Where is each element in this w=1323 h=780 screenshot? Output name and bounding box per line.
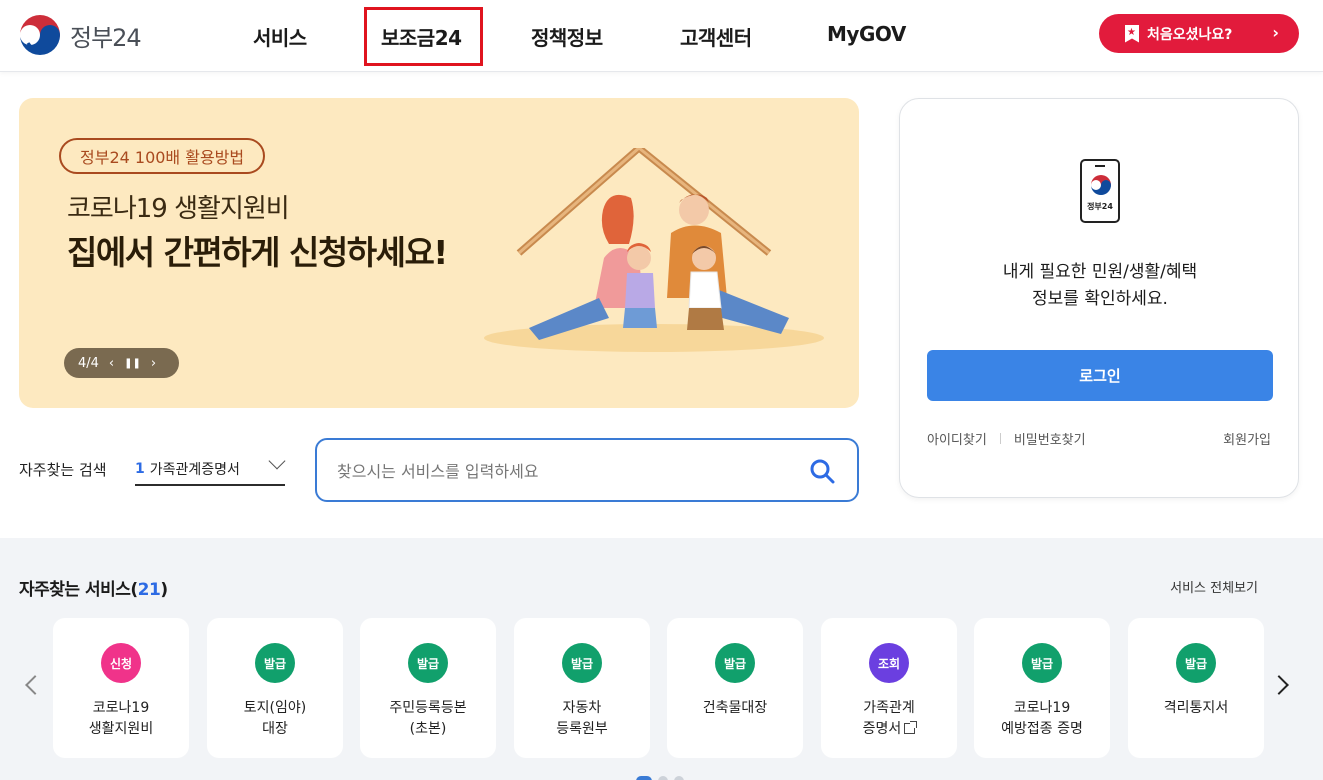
search-icon[interactable] [809, 458, 835, 484]
site-header: 정부24 서비스 보조금24 정책정보 고객센터 MyGOV ★ 처음오셨나요?… [0, 0, 1323, 72]
service-card[interactable]: 발급주민등록등본 (초본) [360, 618, 496, 758]
banner-subtitle: 코로나19 생활지원비 [67, 194, 290, 224]
service-name: 가족관계 증명서 [862, 700, 918, 737]
frequent-search-label: 자주찾는 검색 [19, 461, 107, 479]
service-card[interactable]: 발급격리통지서 [1128, 618, 1264, 758]
frequent-search-dropdown[interactable]: 1 가족관계증명서 [135, 452, 286, 486]
nav-mygov[interactable]: MyGOV [827, 22, 906, 46]
next-slide-icon[interactable]: › [151, 356, 156, 371]
service-name: 격리통지서 [1163, 700, 1229, 716]
banner-slide-controls: 4/4 ‹ ❚❚ › [64, 348, 179, 378]
first-visit-button[interactable]: ★ 처음오셨나요? › [1099, 14, 1299, 53]
frequent-search-rank: 1 [135, 460, 145, 477]
chevron-down-icon [268, 452, 286, 470]
external-link-icon [904, 721, 918, 734]
indicator-dot-active[interactable] [636, 776, 652, 780]
service-name: 토지(임야) 대장 [243, 700, 307, 737]
carousel-indicators [636, 776, 684, 780]
pause-icon[interactable]: ❚❚ [124, 358, 141, 369]
login-message: 내게 필요한 민원/생활/혜택 정보를 확인하세요. [900, 259, 1300, 313]
service-name: 코로나19 생활지원비 [88, 700, 154, 737]
service-card[interactable]: 조회가족관계 증명서 [821, 618, 957, 758]
service-card[interactable]: 신청코로나19 생활지원비 [53, 618, 189, 758]
service-card[interactable]: 발급자동차 등록원부 [514, 618, 650, 758]
phone-logo-text: 정부24 [1087, 202, 1113, 211]
login-button[interactable]: 로그인 [927, 350, 1273, 401]
service-name: 자동차 등록원부 [556, 700, 608, 737]
search-box [315, 438, 859, 502]
login-message-line1: 내게 필요한 민원/생활/혜택 [1002, 262, 1198, 282]
service-type-badge: 조회 [869, 643, 909, 683]
service-card[interactable]: 발급건축물대장 [667, 618, 803, 758]
search-input[interactable] [337, 458, 777, 484]
promo-banner[interactable]: 정부24 100배 활용방법 코로나19 생활지원비 집에서 간편하게 신청하세… [19, 98, 859, 408]
service-type-badge: 발급 [408, 643, 448, 683]
view-all-services-link[interactable]: 서비스 전체보기 [1170, 577, 1258, 596]
slide-counter: 4/4 [78, 355, 99, 371]
family-house-illustration [484, 148, 824, 352]
login-card: 정부24 내게 필요한 민원/생활/혜택 정보를 확인하세요. 로그인 아이디찾… [899, 98, 1299, 498]
first-visit-label: 처음오셨나요? [1147, 26, 1233, 43]
logo-text: 정부24 [70, 23, 142, 52]
find-id-link[interactable]: 아이디찾기 [927, 429, 987, 448]
find-password-link[interactable]: 비밀번호찾기 [1014, 429, 1086, 448]
prev-slide-icon[interactable]: ‹ [109, 356, 114, 371]
nav-policy-info[interactable]: 정책정보 [531, 22, 603, 51]
carousel-next-icon[interactable] [1269, 675, 1289, 695]
frequent-services-title: 자주찾는 서비스(21) [19, 580, 168, 600]
service-card[interactable]: 발급코로나19 예방접종 증명 [974, 618, 1110, 758]
service-card[interactable]: 발급토지(임야) 대장 [207, 618, 343, 758]
login-links: 아이디찾기 비밀번호찾기 [927, 429, 1086, 448]
service-type-badge: 발급 [562, 643, 602, 683]
frequent-services-count: 21 [137, 580, 161, 600]
mobile-phone-icon: 정부24 [1080, 159, 1120, 223]
service-type-badge: 발급 [1176, 643, 1216, 683]
service-type-badge: 발급 [255, 643, 295, 683]
bookmark-icon: ★ [1125, 24, 1139, 43]
service-type-badge: 발급 [715, 643, 755, 683]
frequent-services-section: 자주찾는 서비스(21) 서비스 전체보기 신청 코로나19 생활지원비 발급 토지(… [0, 538, 1323, 780]
banner-tag: 정부24 100배 활용방법 [59, 138, 266, 174]
chevron-right-icon: › [1272, 23, 1279, 42]
banner-title: 집에서 간편하게 신청하세요! [67, 233, 448, 272]
frequent-search-value: 가족관계증명서 [149, 461, 240, 478]
link-divider [999, 433, 1001, 444]
nav-customer-center[interactable]: 고객센터 [680, 22, 752, 51]
indicator-dot[interactable] [658, 776, 668, 780]
service-type-badge: 발급 [1022, 643, 1062, 683]
taegeuk-mini-icon [1091, 175, 1111, 195]
login-message-line2: 정보를 확인하세요. [1032, 289, 1168, 309]
carousel-prev-icon[interactable] [25, 675, 45, 695]
signup-link[interactable]: 회원가입 [1223, 429, 1271, 448]
service-name: 코로나19 예방접종 증명 [1001, 700, 1083, 737]
service-type-badge: 신청 [101, 643, 141, 683]
nav-services[interactable]: 서비스 [253, 22, 307, 51]
service-name: 주민등록등본 (초본) [389, 700, 467, 737]
nav-highlight-box [364, 7, 483, 66]
indicator-dot[interactable] [674, 776, 684, 780]
taegeuk-logo-icon [20, 15, 60, 55]
service-name: 건축물대장 [702, 700, 768, 716]
site-logo[interactable]: 정부24 [18, 13, 142, 57]
